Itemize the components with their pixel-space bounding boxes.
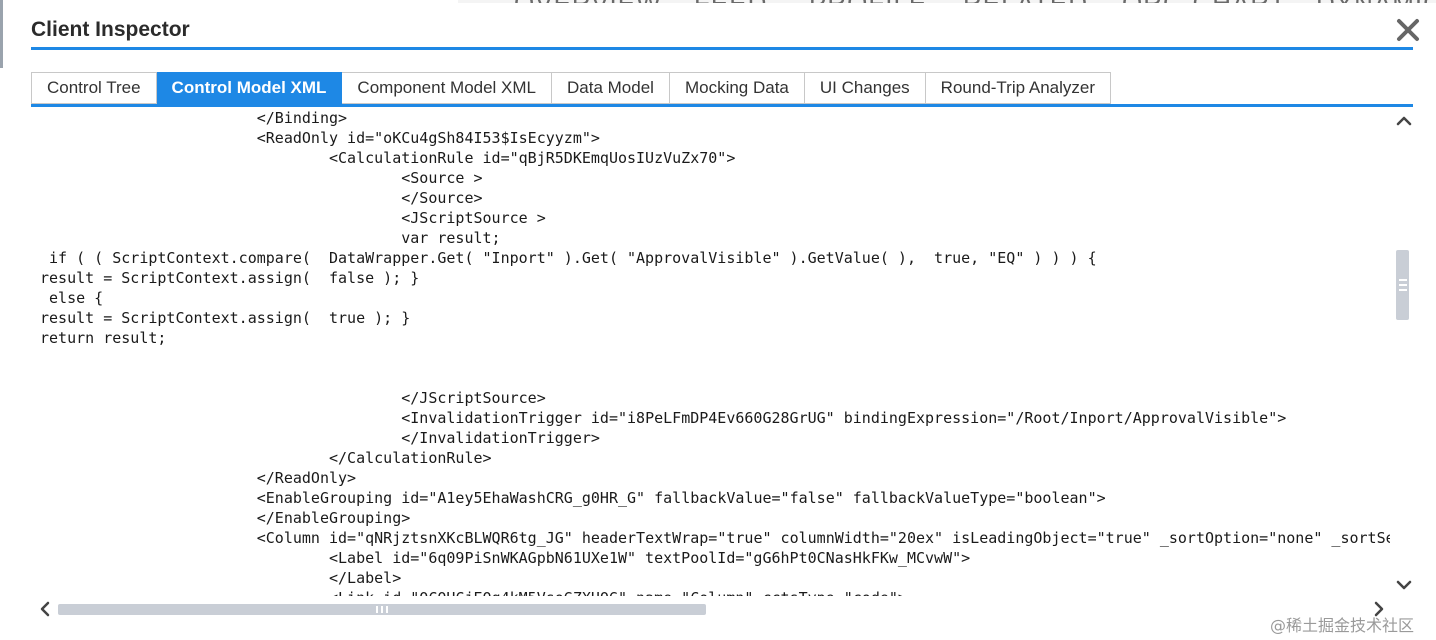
xml-code-text: </Binding> <ReadOnly id="oKCu4gSh84I53$I… — [40, 109, 1390, 596]
dialog-title: Client Inspector — [31, 18, 190, 41]
tab-round-trip-analyzer[interactable]: Round-Trip Analyzer — [925, 72, 1111, 104]
tab-data-model[interactable]: Data Model — [552, 72, 670, 104]
scroll-left-button[interactable] — [38, 601, 52, 617]
close-x-icon — [1397, 19, 1419, 41]
tab-component-model-xml[interactable]: Component Model XML — [342, 72, 553, 104]
grip-icon — [1399, 279, 1407, 291]
inspector-tab-bar: Control Tree Control Model XML Component… — [31, 72, 1111, 104]
tab-mocking-data[interactable]: Mocking Data — [669, 72, 805, 104]
chevron-left-icon — [40, 601, 50, 617]
chevron-down-icon — [1396, 580, 1412, 590]
watermark: @稀土掘金技术社区 — [1270, 616, 1415, 635]
scroll-up-button[interactable] — [1395, 113, 1413, 129]
tab-ui-changes[interactable]: UI Changes — [804, 72, 926, 104]
chevron-up-icon — [1396, 116, 1412, 126]
title-divider — [31, 47, 1413, 50]
xml-code-viewer[interactable]: </Binding> <ReadOnly id="oKCu4gSh84I53$I… — [40, 107, 1390, 596]
scroll-down-button[interactable] — [1395, 577, 1413, 593]
tab-control-tree[interactable]: Control Tree — [31, 72, 157, 104]
tab-control-model-xml[interactable]: Control Model XML — [156, 72, 343, 104]
horizontal-scrollbar-thumb[interactable] — [58, 604, 706, 615]
grip-icon — [376, 606, 388, 613]
close-button[interactable] — [1395, 17, 1421, 43]
vertical-scrollbar-thumb[interactable] — [1396, 250, 1409, 320]
client-inspector-dialog: Client Inspector Control Tree Control Mo… — [3, 3, 1436, 640]
